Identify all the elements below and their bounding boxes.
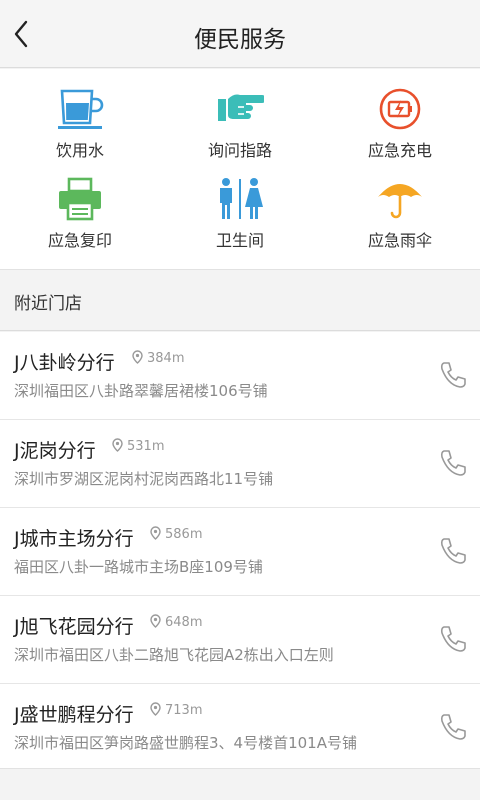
service-label: 卫生间 (215, 231, 264, 250)
store-address: 深圳市罗湖区泥岗村泥岗西路北11号铺 (14, 470, 274, 488)
service-grid: 饮用水 询问指路 应急充电 应急复印 卫生间 应急雨伞 (0, 69, 480, 270)
store-name: J泥岗分行 (14, 440, 96, 462)
service-emergency-copy[interactable]: 应急复印 (0, 159, 160, 250)
store-address: 深圳市福田区八卦二路旭飞花园A2栋出入口左则 (14, 646, 334, 664)
pointing-hand-icon (218, 94, 264, 121)
phone-icon[interactable] (438, 712, 468, 742)
store-name: J八卦岭分行 (14, 352, 115, 374)
umbrella-icon (378, 184, 422, 219)
location-pin-icon (150, 526, 161, 540)
top-bar: 便民服务 (0, 0, 480, 68)
location-pin-icon (150, 614, 161, 628)
phone-icon[interactable] (438, 360, 468, 390)
store-name: J旭飞花园分行 (14, 616, 134, 638)
section-title: 附近门店 (14, 294, 82, 314)
printer-icon (59, 177, 101, 221)
store-name: J盛世鹏程分行 (14, 704, 134, 726)
service-emergency-charging[interactable]: 应急充电 (320, 69, 480, 160)
store-distance: 713m (150, 702, 202, 718)
service-drinking-water[interactable]: 饮用水 (0, 69, 160, 160)
nearby-stores-header: 附近门店 (0, 271, 480, 331)
service-emergency-umbrella[interactable]: 应急雨伞 (320, 159, 480, 250)
store-item[interactable]: J泥岗分行 531m 深圳市罗湖区泥岗村泥岗西路北11号铺 (0, 420, 480, 508)
store-address: 深圳市福田区笋岗路盛世鹏程3、4号楼首101A号铺 (14, 734, 357, 752)
phone-icon[interactable] (438, 536, 468, 566)
location-pin-icon (132, 350, 143, 364)
store-item[interactable]: J盛世鹏程分行 713m 深圳市福田区笋岗路盛世鹏程3、4号楼首101A号铺 (0, 684, 480, 772)
water-cup-icon (58, 89, 104, 129)
store-item[interactable]: J旭飞花园分行 648m 深圳市福田区八卦二路旭飞花园A2栋出入口左则 (0, 596, 480, 684)
phone-icon[interactable] (438, 448, 468, 478)
service-label: 应急雨伞 (367, 231, 432, 250)
store-name: J城市主场分行 (14, 528, 134, 550)
store-item[interactable]: J八卦岭分行 384m 深圳福田区八卦路翠馨居裙楼106号铺 (0, 332, 480, 420)
store-address: 福田区八卦一路城市主场B座109号铺 (14, 558, 263, 576)
location-pin-icon (112, 438, 123, 452)
store-distance: 531m (112, 438, 164, 454)
store-distance: 648m (150, 614, 202, 630)
service-label: 饮用水 (55, 141, 104, 160)
phone-icon[interactable] (438, 624, 468, 654)
service-label: 询问指路 (207, 141, 272, 160)
location-pin-icon (150, 702, 161, 716)
service-restroom[interactable]: 卫生间 (160, 159, 320, 250)
battery-charge-icon (379, 88, 421, 130)
store-distance: 384m (132, 350, 184, 366)
store-item[interactable]: J城市主场分行 586m 福田区八卦一路城市主场B座109号铺 (0, 508, 480, 596)
service-ask-direction[interactable]: 询问指路 (160, 69, 320, 160)
store-list: J八卦岭分行 384m 深圳福田区八卦路翠馨居裙楼106号铺 J泥岗分行 531… (0, 332, 480, 769)
service-label: 应急充电 (367, 141, 432, 160)
page-title: 便民服务 (194, 27, 286, 53)
store-distance: 586m (150, 526, 202, 542)
store-address: 深圳福田区八卦路翠馨居裙楼106号铺 (14, 382, 268, 400)
restroom-icon (220, 178, 263, 219)
service-label: 应急复印 (47, 231, 112, 250)
